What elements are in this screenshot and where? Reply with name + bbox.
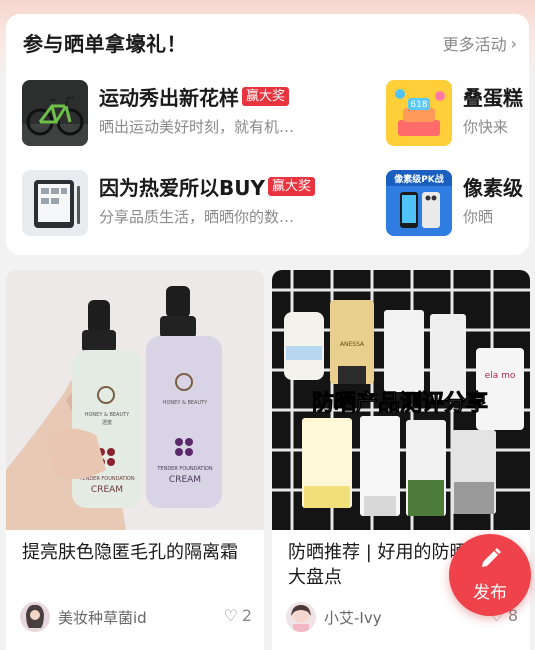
campaign-title: 运动秀出新花样 xyxy=(99,86,239,110)
author-name[interactable]: 美妆种草菌id xyxy=(58,607,147,628)
feed-post[interactable]: HONEY & BEAUTY 透蜜 HONEY & BEAUTY TENDER … xyxy=(6,270,264,650)
activity-card: 参与晒单拿壕礼！ 更多活动 › 运动秀出新花样 赢大奖 晒出运动美好时刻，就有机… xyxy=(6,14,529,255)
campaign-item[interactable]: 618 叠蛋糕 你快来 xyxy=(386,80,529,148)
like-button[interactable]: ♡ 2 xyxy=(223,606,252,625)
product-text: TENDER FOUNDATION xyxy=(156,466,212,472)
overlay-caption: 防晒产品测评分享 xyxy=(312,390,488,416)
post-title: 提亮肤色隐匿毛孔的隔离霜 xyxy=(22,542,238,563)
campaign-item[interactable]: 因为热爱所以BUY 赢大奖 分享品质生活，晒晒你的数… xyxy=(22,170,352,238)
heart-icon: ♡ xyxy=(223,606,238,625)
ela-mo-label: ela mo xyxy=(485,371,516,381)
chevron-right-icon: › xyxy=(510,33,517,53)
pixel-pk-text: 像素级PK战 xyxy=(393,173,444,185)
avatar[interactable] xyxy=(20,602,50,632)
author-name[interactable]: 小艾-Ivy xyxy=(324,607,382,628)
product-line-text: CREAM xyxy=(169,475,201,485)
activity-header: 参与晒单拿壕礼！ 更多活动 › xyxy=(6,14,529,70)
more-activities-label: 更多活动 xyxy=(442,35,507,54)
cake-number-text: 618 xyxy=(410,100,427,110)
phone-thumbnail: 像素级PK战 xyxy=(386,170,452,236)
campaign-title: 因为热爱所以BUY xyxy=(99,176,265,200)
like-count: 2 xyxy=(241,606,252,625)
activity-title: 参与晒单拿壕礼！ xyxy=(23,32,187,56)
cake-thumbnail: 618 xyxy=(386,80,452,146)
campaign-description: 分享品质生活，晒晒你的数… xyxy=(99,208,295,226)
campaign-description: 你快来 xyxy=(463,118,509,136)
pencil-icon xyxy=(482,548,501,567)
anessa-label: ANESSA xyxy=(340,341,365,348)
post-footer: 美妆种草菌id ♡ 2 xyxy=(20,602,252,632)
campaign-description: 你晒 xyxy=(463,208,494,226)
prize-badge: 赢大奖 xyxy=(242,87,290,106)
tablet-thumbnail xyxy=(22,170,88,236)
campaign-item[interactable]: 运动秀出新花样 赢大奖 晒出运动美好时刻，就有机… xyxy=(22,80,352,148)
campaign-item[interactable]: 像素级PK战 像素级 你晒 xyxy=(386,170,529,238)
campaign-description: 晒出运动美好时刻，就有机… xyxy=(99,118,295,136)
campaign-title: 叠蛋糕 xyxy=(463,86,523,110)
campaign-title: 像素级 xyxy=(463,176,523,200)
prize-badge: 赢大奖 xyxy=(267,177,315,196)
brand-text: HONEY & BEAUTY xyxy=(85,412,130,418)
avatar[interactable] xyxy=(286,602,316,632)
bicycle-thumbnail xyxy=(22,80,88,146)
brand-text: HONEY & BEAUTY xyxy=(163,400,208,406)
more-activities-link[interactable]: 更多活动 › xyxy=(443,31,517,55)
sunscreen-photo: ANESSA ela mo 防晒产品测评分享 xyxy=(272,270,530,530)
cosmetics-photo: HONEY & BEAUTY 透蜜 HONEY & BEAUTY TENDER … xyxy=(6,270,264,530)
product-line-text: CREAM xyxy=(91,485,123,495)
brand-cn-text: 透蜜 xyxy=(102,419,112,426)
publish-label: 发布 xyxy=(473,583,507,603)
publish-button[interactable]: 发布 xyxy=(449,534,531,616)
